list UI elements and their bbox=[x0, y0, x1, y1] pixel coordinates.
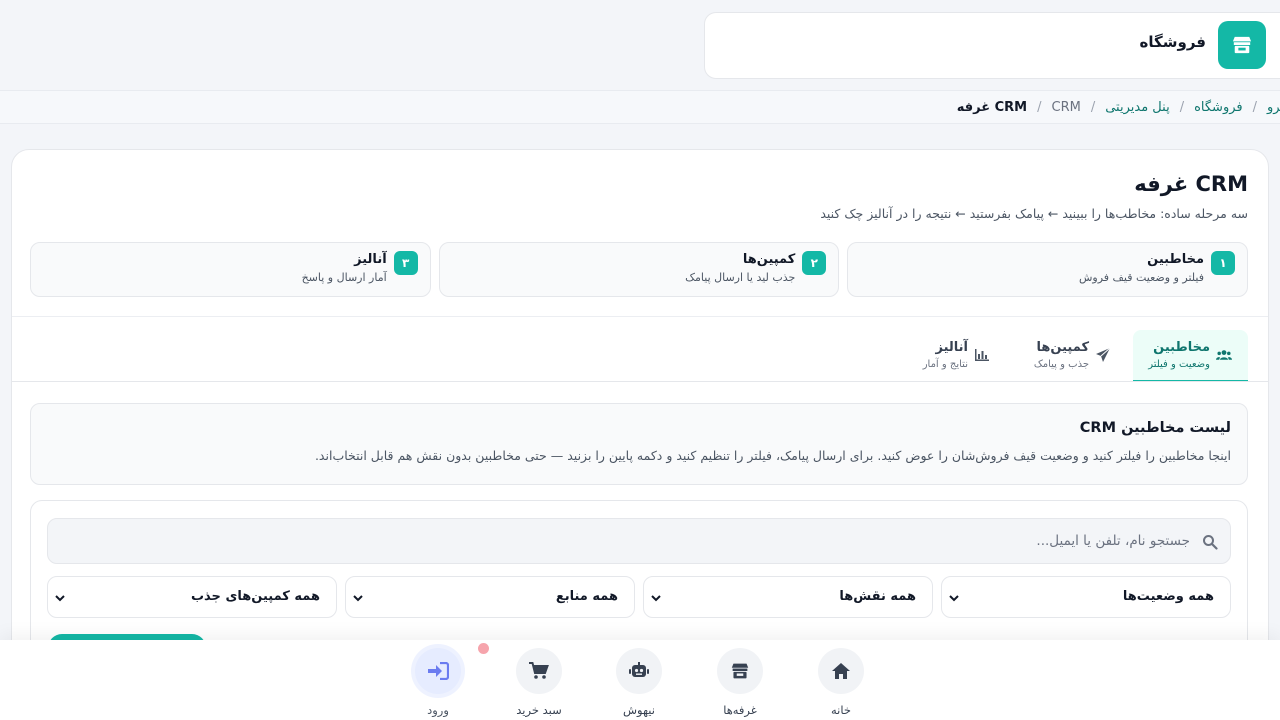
nav-item-cart[interactable]: سبد خرید bbox=[509, 648, 569, 718]
nav-item-booths[interactable]: غرفه‌ها bbox=[710, 648, 770, 718]
status-filter-select[interactable]: همه وضعیت‌ها bbox=[941, 576, 1231, 618]
tab-campaigns[interactable]: کمپین‌ها جذب و پیامک bbox=[1012, 330, 1127, 382]
nav-item-ai[interactable]: نیهوش bbox=[609, 648, 669, 718]
source-filter-select[interactable]: همه منابع bbox=[345, 576, 635, 618]
step-title: مخاطبین bbox=[1147, 252, 1204, 267]
campaign-filter-select[interactable]: همه کمپین‌های جذب bbox=[47, 576, 337, 618]
select-value: همه منابع bbox=[555, 589, 618, 604]
steps: ۱ مخاطبین فیلتر و وضعیت قیف فروش ۲ کمپین… bbox=[29, 242, 1248, 297]
step-desc: جذب لید یا ارسال پیامک bbox=[685, 271, 796, 284]
step-desc: فیلتر و وضعیت قیف فروش bbox=[1078, 271, 1204, 284]
shop-name: فروشگاه bbox=[1139, 33, 1206, 51]
step-number: ۱ bbox=[1211, 251, 1235, 275]
role-filter-select[interactable]: همه نقش‌ها bbox=[643, 576, 933, 618]
select-value: همه وضعیت‌ها bbox=[1122, 589, 1214, 604]
tabs-underline bbox=[12, 381, 1268, 382]
select-value: همه کمپین‌های جذب bbox=[190, 589, 320, 604]
filter-selects: همه وضعیت‌ها همه نقش‌ها همه منابع همه کم… bbox=[47, 576, 1231, 618]
nav-item-login[interactable]: ورود bbox=[408, 648, 468, 718]
search-input[interactable] bbox=[70, 519, 1190, 563]
tab-title: مخاطبین bbox=[1153, 340, 1210, 355]
page-subtitle: سه مرحله ساده: مخاطب‌ها را ببینید ← پیام… bbox=[820, 206, 1248, 221]
step-number: ۳ bbox=[393, 251, 418, 275]
bottom-nav: خانه غرفه‌ها نیهوش bbox=[0, 640, 1280, 720]
breadcrumb: نیرو / فروشگاه / پنل مدیریتی / CRM / CRM… bbox=[0, 90, 1280, 124]
chevron-down-icon bbox=[353, 595, 363, 602]
nav-label: نیهوش bbox=[623, 703, 655, 717]
home-icon bbox=[818, 648, 864, 694]
page-title: CRM غرفه bbox=[1134, 172, 1248, 196]
step-desc: آمار ارسال و پاسخ bbox=[301, 271, 387, 284]
breadcrumb-item-crm[interactable]: CRM bbox=[1052, 100, 1081, 115]
chevron-down-icon bbox=[949, 595, 959, 602]
store-icon bbox=[717, 648, 763, 694]
step-title: آنالیز bbox=[354, 252, 387, 267]
bar-chart-icon bbox=[975, 349, 989, 361]
step-number: ۲ bbox=[802, 251, 827, 275]
info-title: لیست مخاطبین CRM bbox=[1079, 420, 1231, 436]
nav-label: خانه bbox=[831, 703, 851, 717]
top-area: فروشگاه bbox=[0, 0, 1280, 90]
paper-plane-icon bbox=[1096, 347, 1111, 362]
breadcrumb-item-shop[interactable]: فروشگاه bbox=[1194, 100, 1243, 115]
tab-desc: جذب و پیامک bbox=[1033, 359, 1089, 370]
store-icon bbox=[1218, 21, 1266, 69]
info-text: اینجا مخاطبین را فیلتر کنید و وضعیت قیف … bbox=[314, 448, 1231, 463]
breadcrumb-separator: / bbox=[1037, 99, 1042, 115]
step-campaigns[interactable]: ۲ کمپین‌ها جذب لید یا ارسال پیامک bbox=[438, 242, 840, 297]
nav-label: سبد خرید bbox=[516, 703, 562, 717]
login-icon bbox=[415, 648, 461, 694]
divider bbox=[12, 316, 1268, 317]
tab-desc: وضعیت و فیلتر bbox=[1148, 359, 1210, 370]
breadcrumb-separator: / bbox=[1179, 99, 1185, 115]
nav-label: غرفه‌ها bbox=[723, 703, 757, 717]
step-analytics[interactable]: ۳ آنالیز آمار ارسال و پاسخ bbox=[29, 242, 431, 297]
tab-title: آنالیز bbox=[935, 340, 969, 355]
chevron-down-icon bbox=[55, 595, 65, 602]
notification-dot bbox=[478, 643, 489, 654]
breadcrumb-item-admin-panel[interactable]: پنل مدیریتی bbox=[1105, 100, 1169, 115]
breadcrumb-item-home[interactable]: نیرو bbox=[1267, 100, 1280, 115]
nav-label: ورود bbox=[427, 703, 449, 717]
step-contacts[interactable]: ۱ مخاطبین فیلتر و وضعیت قیف فروش bbox=[847, 242, 1248, 297]
info-box: لیست مخاطبین CRM اینجا مخاطبین را فیلتر … bbox=[30, 403, 1248, 485]
step-title: کمپین‌ها bbox=[742, 252, 796, 267]
chevron-down-icon bbox=[651, 595, 661, 602]
tab-analytics[interactable]: آنالیز نتایج و آمار bbox=[891, 330, 1006, 382]
tab-title: کمپین‌ها bbox=[1036, 340, 1089, 355]
tab-contacts[interactable]: مخاطبین وضعیت و فیلتر bbox=[1133, 330, 1248, 382]
users-icon bbox=[1216, 350, 1232, 360]
tabs: مخاطبین وضعیت و فیلتر کمپین‌ها جذب و پیا… bbox=[891, 330, 1248, 382]
cart-icon bbox=[516, 648, 562, 694]
select-value: همه نقش‌ها bbox=[839, 589, 916, 604]
main-card: CRM غرفه سه مرحله ساده: مخاطب‌ها را ببین… bbox=[11, 149, 1269, 720]
search-box[interactable] bbox=[47, 518, 1231, 564]
search-icon bbox=[1203, 535, 1218, 550]
nav-item-home[interactable]: خانه bbox=[811, 648, 871, 718]
breadcrumb-separator: / bbox=[1090, 99, 1096, 115]
breadcrumb-separator: / bbox=[1252, 99, 1257, 115]
breadcrumb-item-current: CRM غرفه bbox=[956, 99, 1028, 115]
tab-desc: نتایج و آمار bbox=[922, 359, 968, 370]
robot-icon bbox=[616, 648, 662, 694]
shop-card[interactable]: فروشگاه bbox=[704, 12, 1280, 79]
